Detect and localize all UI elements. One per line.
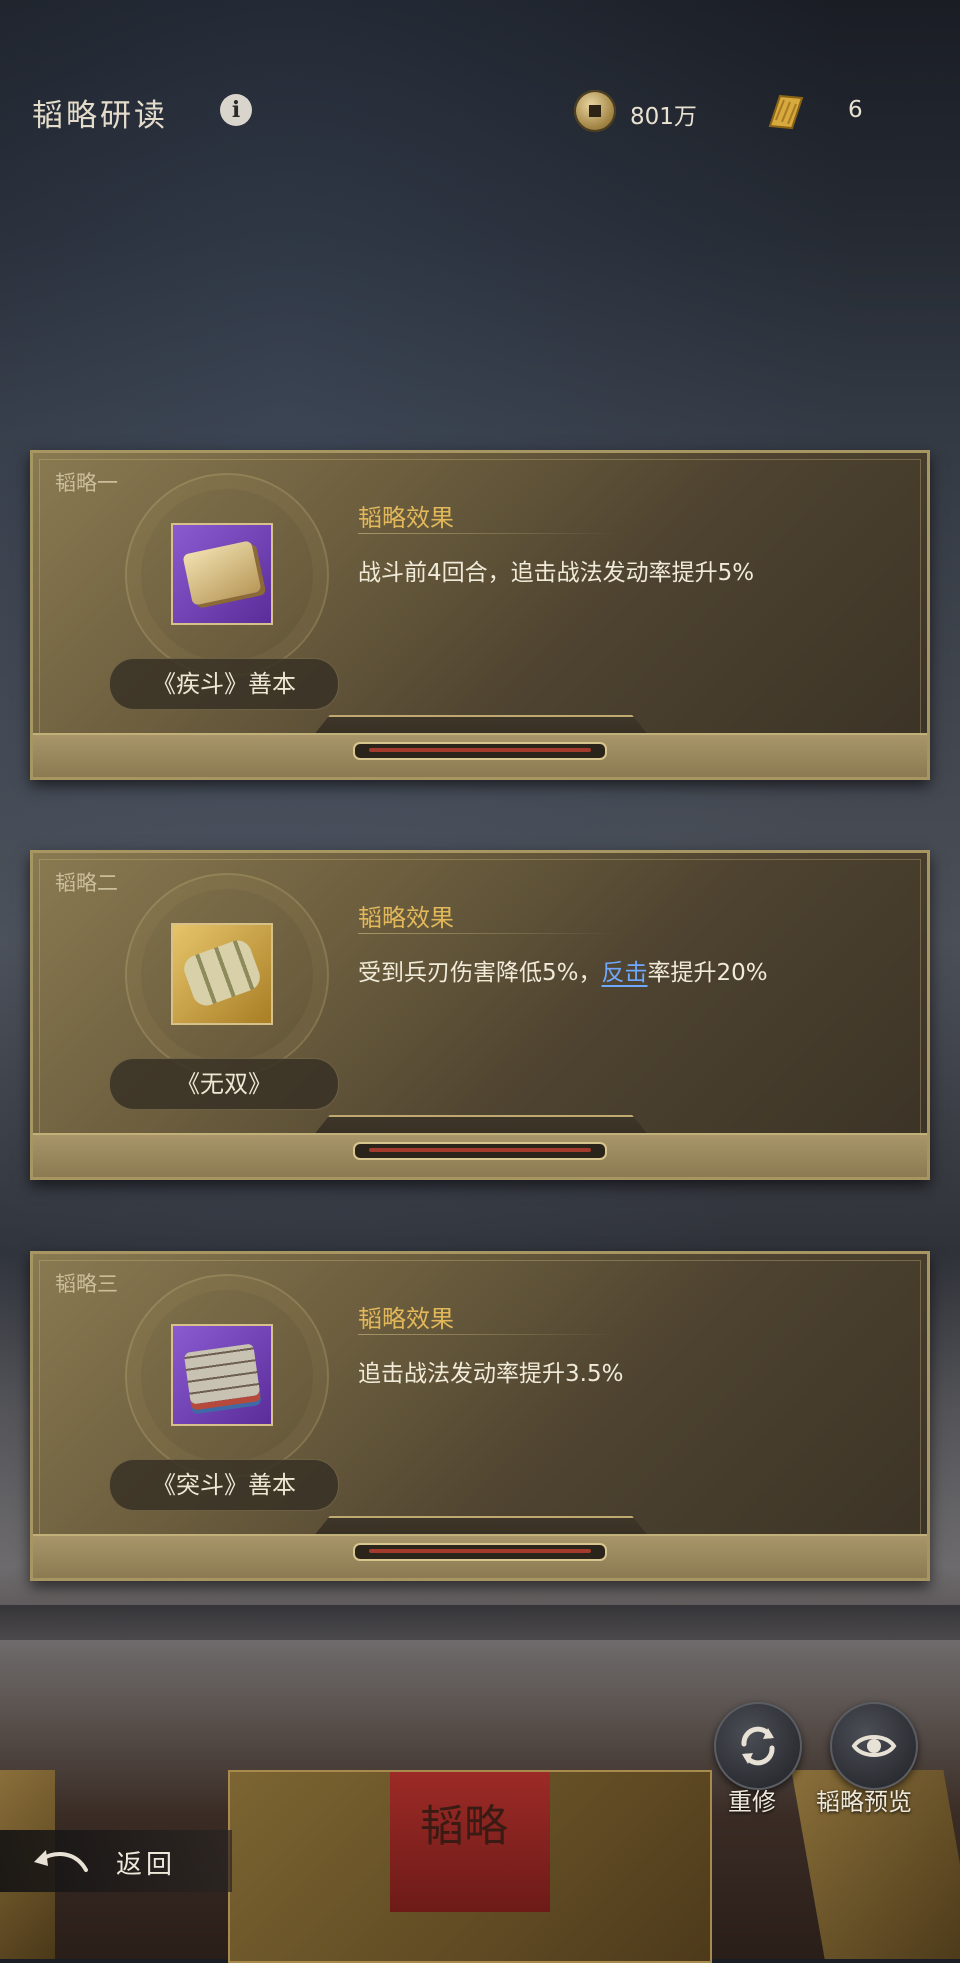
scroll-rolls-icon[interactable] [171, 923, 273, 1025]
item-art [183, 1343, 261, 1405]
refresh-icon [741, 1726, 775, 1766]
progress-fill [369, 1549, 591, 1553]
divider [358, 533, 618, 534]
scroll-currency-icon [768, 94, 804, 130]
preview-label[interactable]: 韬略预览 [816, 1782, 912, 1817]
item-name-plate: 《无双》 [109, 1058, 339, 1110]
effect-text: 追击战法发动率提升3.5% [358, 1361, 624, 1387]
progress-fill [369, 748, 591, 752]
card-slot-label: 韬略一 [55, 471, 118, 495]
progress-bar [353, 1543, 607, 1561]
back-label[interactable]: 返回 [116, 1844, 176, 1881]
retrain-button[interactable] [714, 1702, 802, 1790]
strategy-card-2: 韬略二 《无双》 韬略效果 受到兵刃伤害降低5%，反击率提升20% [30, 850, 930, 1180]
item-name-plate: 《突斗》善本 [109, 1459, 339, 1511]
effect-text-post: 率提升20% [647, 960, 768, 986]
scroll-count: 6 [848, 97, 863, 123]
back-button[interactable]: 返回 [0, 1830, 232, 1892]
preview-button[interactable] [830, 1702, 918, 1790]
info-icon[interactable]: i [220, 94, 252, 126]
effect-title: 韬略效果 [358, 504, 454, 532]
item-name-plate: 《疾斗》善本 [109, 658, 339, 710]
card-slot-label: 韬略二 [55, 871, 118, 895]
effect-text: 受到兵刃伤害降低5%，反击率提升20% [358, 953, 768, 987]
eye-icon [851, 1735, 897, 1757]
item-art [182, 540, 262, 606]
effect-text: 战斗前4回合，追击战法发动率提升5% [358, 560, 755, 586]
back-arrow-icon [34, 1850, 88, 1872]
effect-text-pre: 受到兵刃伤害降低5%， [358, 960, 602, 986]
book-glyph: 韬略 [420, 1801, 508, 1852]
coin-icon [574, 90, 616, 132]
divider [358, 1334, 618, 1335]
card-slot-label: 韬略三 [55, 1272, 118, 1296]
strategy-card-3: 韬略三 《突斗》善本 韬略效果 追击战法发动率提升3.5% [30, 1251, 930, 1581]
page-title: 韬略研读 [32, 98, 168, 134]
shelf-decoration [0, 1605, 960, 1645]
progress-bar [353, 1142, 607, 1160]
book-stack-icon[interactable] [171, 1324, 273, 1426]
progress-fill [369, 1148, 591, 1152]
effect-title: 韬略效果 [358, 1305, 454, 1333]
item-art [180, 936, 264, 1010]
top-bar: 韬略研读 i 801万 6 [0, 70, 960, 160]
coin-count: 801万 [630, 104, 697, 130]
progress-bar [353, 742, 607, 760]
retrain-label[interactable]: 重修 [728, 1782, 776, 1817]
scroll-book-icon[interactable] [171, 523, 273, 625]
effect-title: 韬略效果 [358, 904, 454, 932]
counterattack-link[interactable]: 反击 [602, 960, 648, 986]
divider [358, 933, 618, 934]
strategy-card-1: 韬略一 《疾斗》善本 韬略效果 战斗前4回合，追击战法发动率提升5% [30, 450, 930, 780]
